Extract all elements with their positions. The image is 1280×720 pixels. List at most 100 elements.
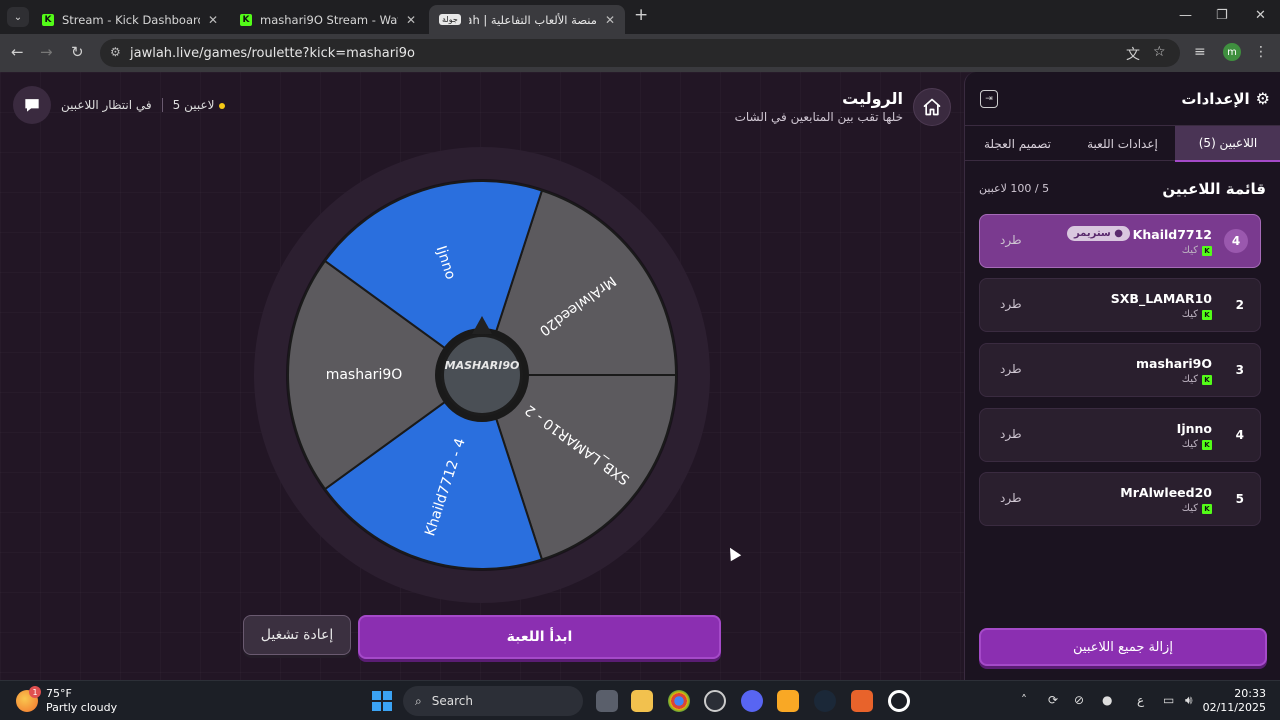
- kick-logo-icon: K: [1202, 245, 1212, 256]
- taskbar-search[interactable]: ⌕ Search: [403, 686, 583, 716]
- player-number: 4: [1224, 229, 1248, 253]
- app-icon[interactable]: [777, 690, 799, 712]
- address-bar[interactable]: ⚙ jawlah.live/games/roulette?kick=mashar…: [100, 39, 1180, 67]
- forward-icon[interactable]: →: [40, 43, 53, 61]
- collapse-sidebar-icon[interactable]: ⇥: [980, 90, 998, 108]
- waiting-label: في انتظار اللاعبين: [61, 98, 152, 112]
- file-explorer-icon[interactable]: [631, 690, 653, 712]
- player-card[interactable]: 4 Khaild7712 K كيك ● ستريمر طرد: [979, 214, 1261, 268]
- tab-title: منصة الألعاب التفاعلية | Jawlah - جولة: [468, 12, 597, 27]
- notification-badge: 1: [29, 686, 41, 698]
- menu-kebab-icon[interactable]: ⋮: [1254, 44, 1268, 60]
- page-subtitle: خلها تقب بين المتابعين في الشات: [734, 110, 903, 124]
- weather-icon: 1: [16, 686, 41, 712]
- player-name: Khaild7712: [1132, 227, 1212, 242]
- player-card[interactable]: 5 MrAlwleed20 K كيك طرد: [979, 472, 1261, 526]
- weather-widget[interactable]: 1 75°F Partly cloudy: [16, 686, 118, 715]
- remove-all-players-button[interactable]: إزالة جميع اللاعبين: [979, 628, 1267, 666]
- microphone-icon[interactable]: ●: [1102, 693, 1112, 707]
- kick-player-button[interactable]: طرد: [1000, 427, 1022, 441]
- back-icon[interactable]: ←: [11, 43, 24, 61]
- close-tab-icon[interactable]: ✕: [406, 13, 416, 27]
- home-button[interactable]: [913, 88, 951, 126]
- bookmark-star-icon[interactable]: ☆: [1153, 44, 1166, 60]
- tab-title: Stream - Kick Dashboard: [62, 12, 200, 27]
- kick-player-button[interactable]: طرد: [1000, 362, 1022, 376]
- start-game-button[interactable]: ابدأ اللعبة: [358, 615, 721, 659]
- player-name: MrAlwleed20: [1120, 485, 1212, 500]
- weather-temp: 75°F: [46, 687, 72, 700]
- tab-game-settings[interactable]: إعدادات اللعبة: [1070, 126, 1175, 162]
- kick-logo-icon: K: [1202, 309, 1212, 320]
- browser-tab-jawlah[interactable]: جولة منصة الألعاب التفاعلية | Jawlah - ج…: [429, 5, 625, 34]
- close-tab-icon[interactable]: ✕: [605, 13, 615, 27]
- kick-player-button[interactable]: طرد: [1000, 491, 1022, 505]
- home-icon: [923, 98, 941, 116]
- app-icon-3[interactable]: [888, 690, 910, 712]
- player-number: 5: [1235, 492, 1244, 506]
- discord-icon[interactable]: [741, 690, 763, 712]
- players-list-count: 5 / 100 لاعبين: [979, 182, 1050, 195]
- kick-logo-icon: K: [1202, 374, 1212, 385]
- players-count: 5 لاعبين: [173, 98, 225, 112]
- chat-bubble-icon[interactable]: [13, 86, 51, 124]
- kick-player-button[interactable]: طرد: [1000, 297, 1022, 311]
- kick-player-button[interactable]: طرد: [1000, 233, 1022, 247]
- chrome-icon[interactable]: [668, 690, 690, 712]
- player-platform: K كيك: [1182, 374, 1212, 385]
- tray-expand-icon[interactable]: ˄: [1021, 693, 1027, 707]
- sync-icon[interactable]: ⟳: [1048, 693, 1058, 707]
- player-card[interactable]: 2 SXB_LAMAR10 K كيك طرد: [979, 278, 1261, 332]
- translate-icon[interactable]: 文: [1126, 44, 1140, 64]
- tab-wheel-design[interactable]: تصميم العجلة: [965, 126, 1070, 162]
- tab-players[interactable]: اللاعبين (5): [1175, 126, 1280, 162]
- tab-search-button[interactable]: ⌄: [7, 7, 29, 27]
- player-platform: K كيك: [1182, 309, 1212, 320]
- kick-logo-icon: K: [1202, 439, 1212, 450]
- profile-avatar[interactable]: m: [1223, 43, 1241, 61]
- wheel-segment-label: mashari9O: [326, 367, 403, 383]
- media-controls-icon[interactable]: ≡: [1194, 44, 1206, 60]
- volume-icon[interactable]: 🔊︎: [1185, 693, 1193, 708]
- player-name: Ijnno: [1176, 421, 1212, 436]
- obs-icon[interactable]: [704, 690, 726, 712]
- minimize-window-icon[interactable]: —: [1179, 8, 1192, 23]
- app-icon-2[interactable]: [851, 690, 873, 712]
- gear-icon: ⚙: [1255, 89, 1270, 108]
- browser-tab-stream[interactable]: K mashari9O Stream - Watch Live ✕: [230, 5, 426, 34]
- wheel-graphic: MrAlwleed20SXB_LAMAR10 - 2Khaild7712 - 4…: [254, 147, 710, 603]
- close-window-icon[interactable]: ✕: [1255, 8, 1266, 23]
- reload-icon[interactable]: ↻: [71, 43, 84, 61]
- display-icon[interactable]: ▭: [1163, 693, 1174, 707]
- url-text: jawlah.live/games/roulette?kick=mashari9…: [130, 45, 415, 61]
- players-list-title: قائمة اللاعبين: [1162, 180, 1266, 198]
- site-info-icon[interactable]: ⚙: [110, 45, 121, 59]
- network-off-icon[interactable]: ⊘: [1074, 693, 1084, 707]
- task-view-icon[interactable]: [596, 690, 618, 712]
- browser-tab-kick-dashboard[interactable]: K Stream - Kick Dashboard ✕: [32, 5, 228, 34]
- tab-title: mashari9O Stream - Watch Live: [260, 12, 398, 27]
- streamer-avatar: [444, 337, 520, 413]
- windows-taskbar: 1 75°F Partly cloudy ⌕ Search ˄ ⟳ ⊘ ● ع …: [0, 680, 1280, 720]
- weather-desc: Partly cloudy: [46, 701, 118, 714]
- divider: [161, 98, 163, 112]
- jawlah-favicon-icon: جولة: [439, 14, 461, 25]
- player-platform: K كيك: [1182, 439, 1212, 450]
- maximize-window-icon[interactable]: ❐: [1216, 8, 1228, 23]
- player-card[interactable]: 4 Ijnno K كيك طرد: [979, 408, 1261, 462]
- player-platform: K كيك: [1182, 503, 1212, 514]
- player-card[interactable]: 3 mashari9O K كيك طرد: [979, 343, 1261, 397]
- steam-icon[interactable]: [814, 690, 836, 712]
- kick-favicon-icon: K: [42, 13, 54, 26]
- players-status: في انتظار اللاعبين 5 لاعبين: [13, 86, 225, 124]
- windows-start-icon[interactable]: [372, 691, 392, 711]
- clock-date: 02/11/2025: [1202, 701, 1266, 714]
- streamer-badge: ● ستريمر: [1066, 226, 1130, 241]
- language-indicator[interactable]: ع: [1137, 693, 1144, 707]
- restart-button[interactable]: إعادة تشغيل: [243, 615, 351, 655]
- close-tab-icon[interactable]: ✕: [208, 13, 218, 27]
- new-tab-button[interactable]: +: [634, 5, 648, 25]
- player-number: 2: [1235, 298, 1244, 312]
- roulette-wheel[interactable]: MrAlwleed20 SXB_LAMAR10 - 2 Khaild7712 - 4…: [251, 144, 713, 606]
- clock[interactable]: 20:33 02/11/2025: [1203, 687, 1266, 715]
